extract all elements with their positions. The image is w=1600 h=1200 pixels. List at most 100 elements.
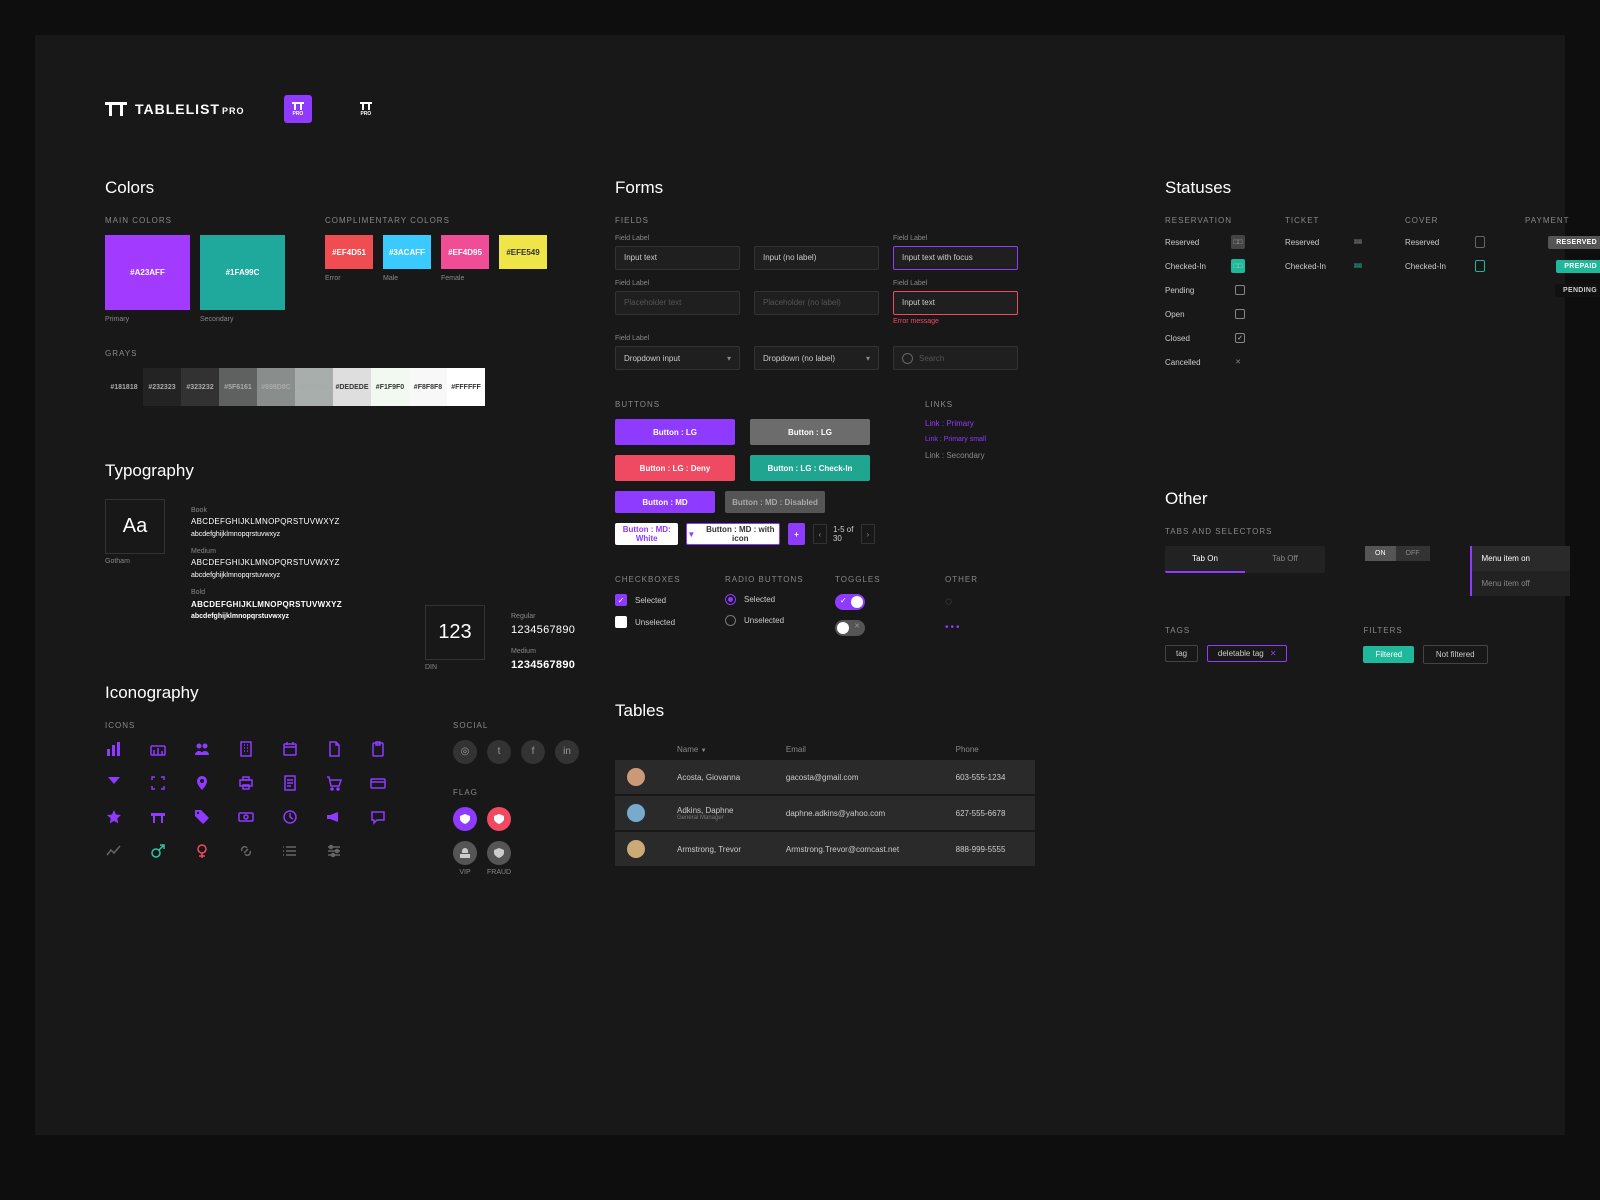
grays-caption: GRAYS [105, 349, 485, 358]
list-icon [281, 842, 299, 860]
swatch-gray: #898D8C [257, 368, 295, 406]
button-md-disabled: Button : MD : Disabled [725, 491, 825, 513]
buttons-caption: BUTTONS [615, 400, 875, 409]
in-icon[interactable]: in [555, 740, 579, 764]
link-icon [237, 842, 255, 860]
swatch-gray: #F1F9F0 [371, 368, 409, 406]
printer-icon [237, 774, 255, 792]
tw-icon[interactable]: t [487, 740, 511, 764]
checkbox-unselected[interactable] [615, 616, 627, 628]
cart-icon [325, 774, 343, 792]
status-row: Reserved⬚⬚ [1165, 235, 1245, 249]
filter-off[interactable]: Not filtered [1423, 645, 1488, 664]
dropdown-input[interactable]: Dropdown input [615, 346, 740, 370]
tabs: Tab On Tab Off [1165, 546, 1325, 573]
ig-icon[interactable]: ◎ [453, 740, 477, 764]
building-icon [237, 740, 255, 758]
star-icon [105, 808, 123, 826]
swatch-gray: #181818 [105, 368, 143, 406]
fields-caption: FIELDS [615, 216, 1035, 225]
col-name[interactable]: Name ▼ [665, 739, 774, 760]
segmented-control[interactable]: ON OFF [1365, 546, 1430, 561]
brand-tile-dark: PRO [352, 95, 380, 123]
button-md-primary[interactable]: Button : MD [615, 491, 715, 513]
link-primary-small[interactable]: Link : Primary small [925, 436, 986, 443]
swatch-gray: #A7AEAC [295, 368, 333, 406]
chat-icon [369, 808, 387, 826]
radio-selected[interactable] [725, 594, 736, 605]
pin-icon [193, 774, 211, 792]
trend-icon [105, 842, 123, 860]
filter-on[interactable]: Filtered [1363, 646, 1414, 663]
swatch-gray: #232323 [143, 368, 181, 406]
swatch: #3ACAFF [383, 235, 431, 269]
swatch-primary: #A23AFF [105, 235, 190, 310]
checkbox-selected[interactable]: ✓ [615, 594, 627, 606]
section-tables: Tables [615, 701, 1035, 721]
table-row[interactable]: Acosta, Giovanna gacosta@gmail.com603-55… [615, 760, 1035, 795]
payment-badge: PENDING [1555, 284, 1600, 297]
note-icon [325, 740, 343, 758]
spinner-icon: ◌ [945, 594, 1035, 608]
button-add[interactable]: + [788, 523, 804, 545]
col-email[interactable]: Email [774, 739, 944, 760]
more-icon[interactable]: ••• [945, 622, 1035, 633]
toggle-off[interactable] [835, 620, 865, 636]
table-row[interactable]: Adkins, DaphneGeneral Manager daphne.adk… [615, 795, 1035, 831]
tag[interactable]: tag [1165, 645, 1198, 662]
text-input-placeholder-nolabel[interactable]: Placeholder (no label) [754, 291, 879, 315]
section-colors: Colors [105, 178, 485, 198]
radio-unselected[interactable] [725, 615, 736, 626]
swatch-gray: #F8F8F8 [409, 368, 447, 406]
swatch: #EF4D51 [325, 235, 373, 269]
button-lg-primary[interactable]: Button : LG [615, 419, 735, 445]
type-specimen-a: Aa [105, 499, 165, 554]
flag-vip [453, 807, 477, 831]
users-icon [193, 740, 211, 758]
gender-male-icon [149, 842, 167, 860]
text-input[interactable]: Input text [615, 246, 740, 270]
section-other: Other [1165, 489, 1600, 509]
button-md-icon[interactable]: ▼Button : MD : with icon [686, 523, 780, 545]
sliders-icon [325, 842, 343, 860]
link-primary[interactable]: Link : Primary [925, 419, 986, 428]
swatch-secondary: #1FA99C [200, 235, 285, 310]
swatch-gray: #DEDEDE [333, 368, 371, 406]
tab-off[interactable]: Tab Off [1245, 546, 1325, 573]
ticket-icon: 🎟 [1351, 235, 1365, 249]
pager-next[interactable]: › [861, 524, 875, 544]
toggle-on[interactable] [835, 594, 865, 610]
flag-shield [487, 841, 511, 865]
receipt-icon [281, 774, 299, 792]
close-icon[interactable]: ✕ [1270, 649, 1277, 658]
button-md-white[interactable]: Button : MD: White [615, 523, 678, 545]
tag-deletable[interactable]: deletable tag✕ [1207, 645, 1288, 662]
clipboard-res-icon [1475, 236, 1485, 248]
tab-on[interactable]: Tab On [1165, 546, 1245, 573]
dropdown-input-nolabel[interactable]: Dropdown (no label) [754, 346, 879, 370]
col-phone[interactable]: Phone [944, 739, 1035, 760]
text-input-focus[interactable]: Input text with focus [893, 246, 1018, 270]
button-lg-secondary[interactable]: Button : LG [750, 419, 870, 445]
flag-caption: FLAG [453, 788, 579, 797]
pager-prev[interactable]: ‹ [813, 524, 827, 544]
section-typography: Typography [105, 461, 485, 481]
button-lg-checkin[interactable]: Button : LG : Check-In [750, 455, 870, 481]
menu-item-off[interactable]: Menu item off [1472, 571, 1570, 596]
text-input-nolabel[interactable]: Input (no label) [754, 246, 879, 270]
text-input-placeholder[interactable]: Placeholder text [615, 291, 740, 315]
cash-icon [237, 808, 255, 826]
status-row: Pending [1165, 283, 1245, 297]
megaphone-icon [325, 808, 343, 826]
link-secondary[interactable]: Link : Secondary [925, 451, 986, 460]
fb-icon[interactable]: f [521, 740, 545, 764]
clipboard-check-icon [1475, 260, 1485, 272]
logo-row: TABLELISTPRO PRO PRO [105, 95, 1495, 123]
search-input[interactable]: Search [893, 346, 1018, 370]
button-lg-deny[interactable]: Button : LG : Deny [615, 455, 735, 481]
status-row: Closed✓ [1165, 331, 1245, 345]
menu-item-on[interactable]: Menu item on [1472, 546, 1570, 571]
text-input-error[interactable]: Input text [893, 291, 1018, 315]
status-row: Open [1165, 307, 1245, 321]
table-row[interactable]: Armstrong, Trevor Armstrong.Trevor@comca… [615, 831, 1035, 866]
